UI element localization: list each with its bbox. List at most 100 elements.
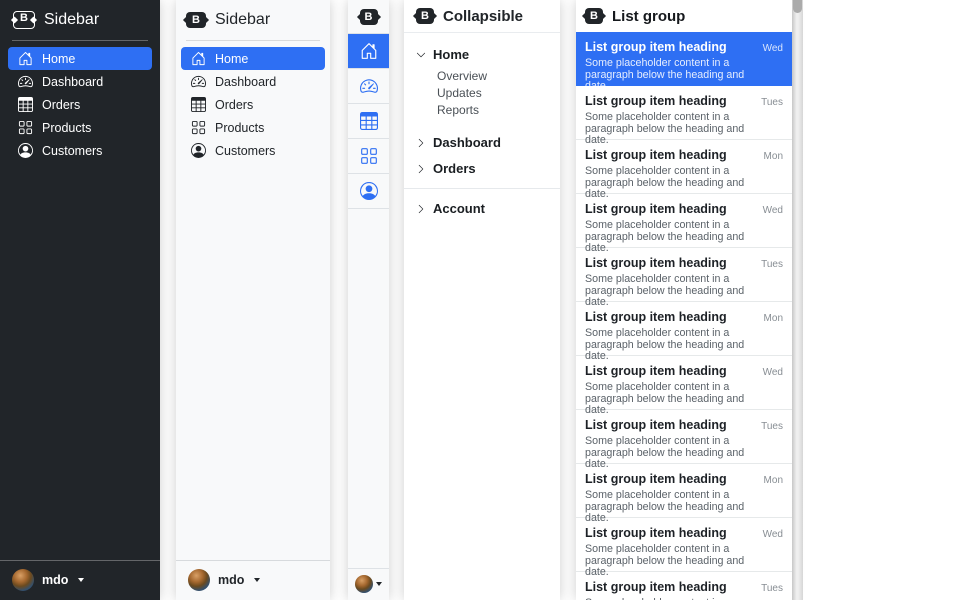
sidebar-item-home[interactable]: Home: [8, 47, 152, 70]
table-icon: [18, 97, 33, 112]
sidebar-item-customers[interactable]: Customers: [8, 139, 152, 162]
chevron-right-icon: [416, 204, 426, 214]
speedometer-icon: [191, 74, 206, 89]
list-item-day: Tues: [761, 421, 783, 432]
user-menu-button[interactable]: mdo: [0, 560, 160, 600]
avatar: [12, 569, 34, 591]
section-label: Orders: [433, 161, 476, 176]
speedometer-icon: [18, 74, 33, 89]
list-item-day: Wed: [763, 529, 783, 540]
sidebar-item-products[interactable]: Products: [181, 116, 325, 139]
sidebar-item-label: Orders: [42, 98, 80, 112]
light-sidebar: B Sidebar Home Dashboard Orders Products: [176, 0, 330, 600]
collapse-toggle-orders[interactable]: Orders: [404, 159, 560, 178]
user-menu-button[interactable]: mdo: [176, 560, 330, 600]
sidebar-item-dashboard[interactable]: Dashboard: [181, 70, 325, 93]
sidebar-item-customers[interactable]: Customers: [181, 139, 325, 162]
house-icon: [191, 51, 206, 66]
sidebar-item-products[interactable]: [348, 139, 389, 174]
sidebar-item-label: Home: [215, 52, 248, 66]
subnav-item-overview[interactable]: Overview: [404, 68, 560, 85]
sidebar-title: Sidebar: [215, 11, 270, 29]
list-item-day: Tues: [761, 97, 783, 108]
bootstrap-logo-icon: B: [360, 9, 378, 25]
sidebar-item-label: Products: [215, 121, 264, 135]
avatar: [188, 569, 210, 591]
dark-sidebar: B Sidebar Home Dashboard Orders Products: [0, 0, 160, 600]
sidebar-item-label: Products: [42, 121, 91, 135]
list-item[interactable]: List group item headingWed Some placehol…: [576, 356, 792, 410]
sidebar-item-dashboard[interactable]: Dashboard: [8, 70, 152, 93]
list-item[interactable]: List group item headingWed Some placehol…: [576, 194, 792, 248]
sidebar-item-orders[interactable]: Orders: [8, 93, 152, 116]
sidebar-item-orders[interactable]: [348, 104, 389, 139]
list-item[interactable]: List group item headingMon Some placehol…: [576, 140, 792, 194]
brand-link[interactable]: B: [348, 0, 389, 34]
collapse-toggle-account[interactable]: Account: [404, 199, 560, 218]
brand-link[interactable]: B List group: [585, 8, 685, 25]
subnav-item-reports[interactable]: Reports: [404, 102, 560, 119]
sidebar-item-customers[interactable]: [348, 174, 389, 209]
chevron-right-icon: [416, 138, 426, 148]
sidebar-item-label: Orders: [215, 98, 253, 112]
list-item[interactable]: List group item headingTues Some placeho…: [576, 248, 792, 302]
section-label: Account: [433, 201, 485, 216]
grid-icon: [191, 120, 206, 135]
list-item-day: Mon: [764, 475, 783, 486]
brand-link[interactable]: B Collapsible: [416, 8, 523, 25]
sidebar-item-home[interactable]: [348, 34, 389, 69]
collapsible-sidebar: B Collapsible Home Overview Updates Repo…: [404, 0, 560, 600]
list-item[interactable]: List group item headingTues Some placeho…: [576, 410, 792, 464]
bootstrap-logo-icon: B: [186, 12, 206, 28]
sidebar-item-products[interactable]: Products: [8, 116, 152, 139]
scrollbar-thumb[interactable]: [793, 0, 802, 13]
caret-down-icon: [254, 578, 260, 582]
table-icon: [191, 97, 206, 112]
list-item[interactable]: List group item headingWed Some placehol…: [576, 32, 792, 86]
table-icon: [360, 112, 378, 130]
sidebar-item-home[interactable]: Home: [181, 47, 325, 70]
sidebar-item-label: Dashboard: [215, 75, 276, 89]
sidebar-nav: Home Dashboard Orders Products Customers: [176, 41, 330, 162]
user-menu-button[interactable]: [348, 568, 389, 600]
grid-icon: [360, 147, 378, 165]
bootstrap-logo-icon: B: [13, 11, 35, 29]
list-item-heading: List group item heading: [585, 472, 727, 486]
collapse-toggle-home[interactable]: Home: [404, 45, 560, 64]
grid-icon: [18, 120, 33, 135]
collapsible-nav: Home Overview Updates Reports Dashboard …: [404, 33, 560, 218]
caret-down-icon: [376, 582, 382, 586]
home-subnav: Overview Updates Reports: [404, 68, 560, 119]
list-item[interactable]: List group item headingWed Some placehol…: [576, 518, 792, 572]
sidebar-nav: Home Dashboard Orders Products Customers: [0, 41, 160, 162]
list-item-day: Mon: [764, 151, 783, 162]
icon-sidebar: B: [348, 0, 389, 600]
list-item[interactable]: List group item headingTues Some placeho…: [576, 86, 792, 140]
list-item[interactable]: List group item headingMon Some placehol…: [576, 302, 792, 356]
section-label: Home: [433, 47, 469, 62]
list-item-heading: List group item heading: [585, 40, 727, 54]
collapse-toggle-dashboard[interactable]: Dashboard: [404, 133, 560, 152]
list-item-heading: List group item heading: [585, 148, 727, 162]
bootstrap-logo-icon: B: [416, 8, 434, 24]
sidebar-item-dashboard[interactable]: [348, 69, 389, 104]
brand-link[interactable]: B Sidebar: [13, 11, 99, 29]
list-item[interactable]: List group item headingMon Some placehol…: [576, 464, 792, 518]
sidebar-title: Sidebar: [44, 11, 99, 29]
brand-link[interactable]: B Sidebar: [186, 11, 270, 29]
list-item-day: Wed: [763, 43, 783, 54]
list-item-day: Tues: [761, 583, 783, 594]
person-circle-icon: [18, 143, 33, 158]
list-item-heading: List group item heading: [585, 256, 727, 270]
list-item-heading: List group item heading: [585, 364, 727, 378]
house-icon: [360, 42, 378, 60]
sidebar-item-orders[interactable]: Orders: [181, 93, 325, 116]
sidebar-item-label: Home: [42, 52, 75, 66]
speedometer-icon: [360, 77, 378, 95]
list-item-day: Wed: [763, 367, 783, 378]
sidebar-title: Collapsible: [443, 8, 523, 25]
subnav-item-updates[interactable]: Updates: [404, 85, 560, 102]
list-item-heading: List group item heading: [585, 526, 727, 540]
scrollbar-track[interactable]: [792, 0, 803, 600]
person-circle-icon: [360, 182, 378, 200]
